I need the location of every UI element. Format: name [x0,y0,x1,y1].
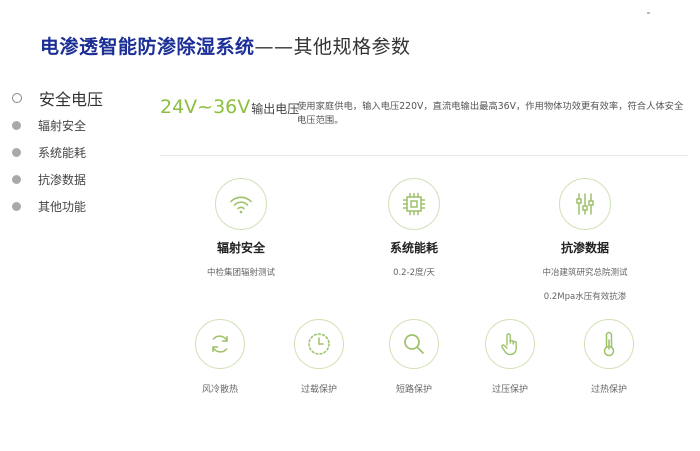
sidebar-item-radiation-safety[interactable]: 辐射安全 [12,112,103,139]
voltage-unit-label: 输出电压 [251,102,300,116]
feature-name: 系统能耗 [389,241,438,255]
sidebar-item-label: 系统能耗 [38,146,87,160]
sidebar-item-anti-seepage-data[interactable]: 抗渗数据 [12,166,103,193]
sidebar-item-other-functions[interactable]: 其他功能 [12,193,103,220]
sidebar-item-energy-consumption[interactable]: 系统能耗 [12,139,103,166]
bullet-icon [12,202,21,211]
protection-air-cooling: 风冷散热 [180,319,260,395]
hand-icon [498,331,522,357]
protection-name: 短路保护 [395,385,432,395]
voltage-heading: 24V~36V输出电压 [160,96,299,118]
feature-sub-secondary: 0.2Mpa水压有效抗渗 [543,292,627,302]
protection-icon-circle [294,319,344,369]
feature-name: 辐射安全 [216,241,265,255]
feature-sub: 中冶建筑研究总院测试 [542,268,628,278]
feature-sub: 0.2-2度/天 [393,268,435,278]
protection-overload: 过载保护 [279,319,359,395]
radio-selected-icon [12,93,22,103]
protection-overvoltage: 过压保护 [470,319,550,395]
feature-sub: 中检集团辐射测试 [206,268,275,278]
recycle-icon [208,332,232,356]
protection-icon-circle [195,319,245,369]
page-title: 电渗透智能防渗除湿系统——其他规格参数 [40,32,411,59]
sidebar-item-label: 抗渗数据 [38,173,87,187]
feature-name: 抗渗数据 [560,241,609,255]
bullet-icon [12,175,21,184]
protection-name: 过热保护 [590,385,627,395]
feature-icon-circle [388,178,440,230]
protection-icon-circle [485,319,535,369]
sidebar-item-safe-voltage[interactable]: 安全电压 [12,84,103,112]
protection-icon-circle [389,319,439,369]
wifi-icon [228,191,254,217]
sidebar-nav: 安全电压 辐射安全 系统能耗 抗渗数据 其他功能 [12,84,103,220]
chip-icon [401,191,427,217]
feature-radiation-safety: 辐射安全 中检集团辐射测试 [176,178,306,278]
corner-dot [647,12,650,14]
voltage-range: 24V~36V [160,96,251,118]
section-divider [160,155,688,156]
feature-energy-consumption: 系统能耗 0.2-2度/天 [349,178,479,278]
thermometer-icon [599,330,619,358]
page-title-main: 电渗透智能防渗除湿系统 [40,36,255,58]
protection-name: 过压保护 [491,385,528,395]
protection-short-circuit: 短路保护 [374,319,454,395]
voltage-description: 使用家庭供电，输入电压220V，直流电输出最高36V，作用物体功效更有效率，符合… [297,101,684,126]
feature-icon-circle [215,178,267,230]
sidebar-item-label: 其他功能 [38,200,87,214]
magnifier-icon [401,331,427,357]
bullet-icon [12,148,21,157]
feature-anti-seepage-data: 抗渗数据 中冶建筑研究总院测试 0.2Mpa水压有效抗渗 [520,178,650,302]
sidebar-item-label: 安全电压 [39,90,104,109]
protection-name: 过载保护 [300,385,337,395]
page-title-sub: ——其他规格参数 [254,36,411,58]
sidebar-item-label: 辐射安全 [38,119,87,133]
protection-overheat: 过热保护 [569,319,649,395]
protection-name: 风冷散热 [201,385,238,395]
protection-icon-circle [584,319,634,369]
feature-icon-circle [559,178,611,230]
bullet-icon [12,121,21,130]
clock-icon [306,331,332,357]
sliders-icon [572,191,598,217]
